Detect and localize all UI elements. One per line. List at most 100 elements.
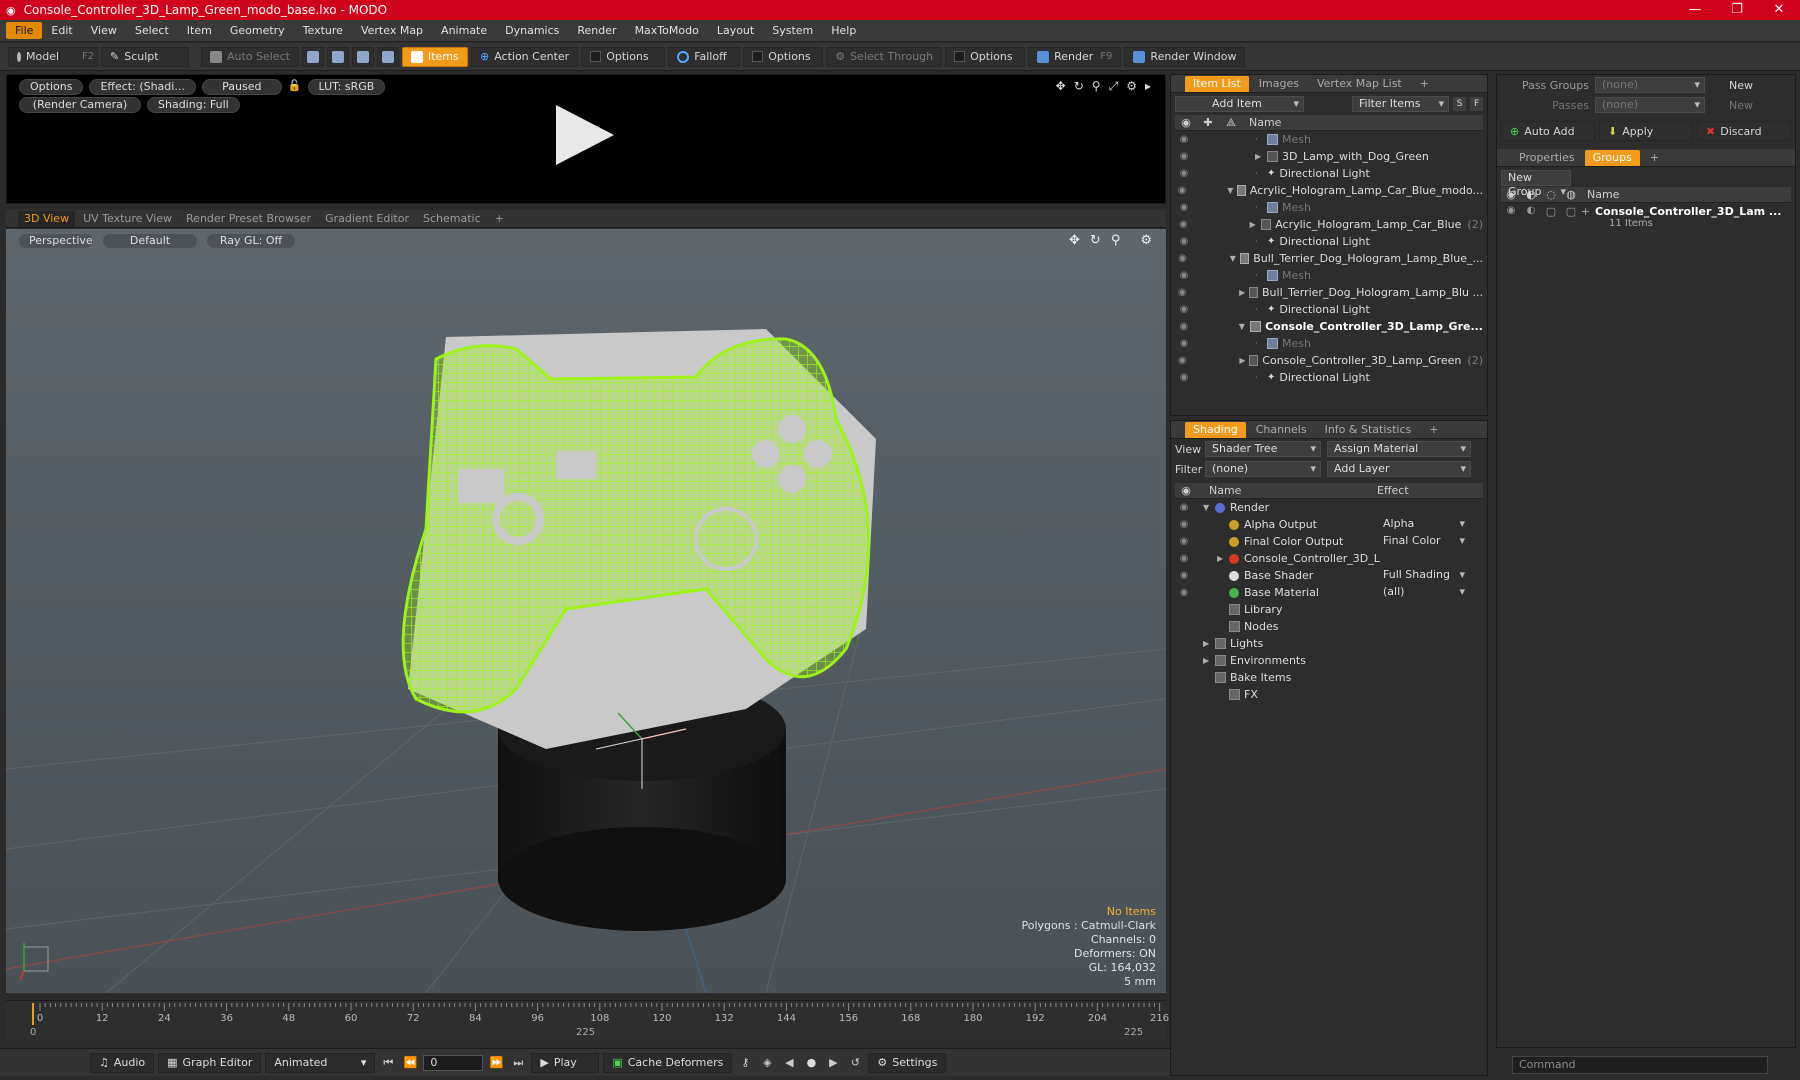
group-lock-icon[interactable]: ▢	[1541, 205, 1561, 235]
visibility-eye-icon[interactable]: ◉	[1175, 321, 1192, 332]
falloff-button[interactable]: Falloff	[668, 46, 741, 67]
visibility-eye-icon[interactable]: ◉	[1175, 287, 1189, 298]
tab-properties[interactable]: Properties	[1511, 150, 1583, 166]
preview-effect-dropdown[interactable]: Effect: (Shadi...	[89, 79, 196, 95]
gear-icon[interactable]: ⚙	[1126, 79, 1137, 94]
perspective-dropdown[interactable]: Perspective	[18, 233, 94, 249]
add-panel-tab-icon[interactable]: +	[1412, 76, 1437, 92]
effect-dropdown[interactable]: (all)	[1377, 585, 1469, 601]
discard-button[interactable]: ✖ Discard	[1697, 121, 1791, 141]
go-end-icon[interactable]: ⏭	[509, 1054, 527, 1072]
lock-icon[interactable]: 🔓	[288, 79, 302, 95]
add-groups-tab-icon[interactable]: +	[1642, 150, 1667, 166]
add-layer-dropdown[interactable]: Add Layer	[1327, 461, 1471, 477]
animated-dropdown[interactable]: Animated ▾	[265, 1052, 376, 1073]
menu-system[interactable]: System	[763, 22, 822, 39]
view-dropdown[interactable]: Shader Tree	[1205, 441, 1321, 457]
auto-add-button[interactable]: ⊕ Auto Add	[1501, 121, 1595, 141]
shader-row[interactable]: ◉ Alpha Output Alpha	[1175, 516, 1483, 533]
graph-editor-button[interactable]: ▦ Graph Editor	[158, 1052, 262, 1073]
expand-icon[interactable]: ▶	[1217, 554, 1229, 563]
tab-groups[interactable]: Groups	[1584, 149, 1640, 166]
timeline[interactable]: 0 12 24 36 48 60 72 84 96 108 120 132 144 156 168 180 19…	[6, 1000, 1169, 1040]
item-row[interactable]: ◉ · Mesh	[1175, 267, 1483, 284]
apply-button[interactable]: ⬇ Apply	[1599, 121, 1693, 141]
playhead[interactable]	[32, 1003, 34, 1025]
visibility-eye-icon[interactable]: ◉	[1175, 185, 1189, 196]
new-pass-group-button[interactable]: New	[1711, 79, 1771, 92]
preview-lut-dropdown[interactable]: LUT: sRGB	[307, 79, 386, 95]
effect-dropdown[interactable]: Full Shading	[1377, 568, 1469, 584]
menu-select[interactable]: Select	[126, 22, 178, 39]
shader-visibility-icon[interactable]: ◉	[1175, 519, 1193, 530]
item-row[interactable]: ◉ · ✦ Directional Light	[1175, 233, 1483, 250]
filter-items-input[interactable]: Filter Items	[1351, 96, 1450, 112]
expand-icon[interactable]: ▶	[1203, 656, 1215, 665]
visibility-eye-icon[interactable]: ◉	[1175, 270, 1193, 281]
prev-key-icon[interactable]: ◀	[780, 1054, 798, 1072]
filter-dropdown[interactable]: (none)	[1205, 461, 1321, 477]
item-row[interactable]: ◉ · ✦ Directional Light	[1175, 165, 1483, 182]
viewport-zoom-icon[interactable]: ⚲	[1111, 233, 1121, 248]
assign-material-button[interactable]: Assign Material	[1327, 441, 1471, 457]
action-center-options[interactable]: Options	[581, 46, 666, 67]
action-center-button[interactable]: ⊕ Action Center	[470, 46, 579, 67]
tab-3d-view[interactable]: 3D View	[18, 210, 76, 227]
pass-groups-dropdown[interactable]: (none)	[1595, 77, 1705, 93]
go-start-icon[interactable]: ⏮	[379, 1054, 397, 1072]
collapse-icon[interactable]: ▼	[1227, 186, 1237, 195]
step-back-icon[interactable]: ⏪	[401, 1054, 419, 1072]
menu-vertex-map[interactable]: Vertex Map	[352, 22, 432, 39]
visibility-eye-icon[interactable]: ◉	[1175, 355, 1189, 366]
tab-render-preset-browser[interactable]: Render Preset Browser	[180, 211, 317, 227]
render-button[interactable]: Render F9	[1028, 46, 1122, 67]
visibility-eye-icon[interactable]: ◉	[1175, 202, 1193, 213]
preview-paused-button[interactable]: Paused	[201, 79, 282, 95]
rotate-icon[interactable]: ↻	[1074, 79, 1084, 94]
group-render-icon[interactable]: ◐	[1521, 205, 1541, 235]
collapse-icon[interactable]: ▼	[1239, 322, 1251, 331]
visibility-eye-icon[interactable]: ◉	[1175, 219, 1192, 230]
shader-row[interactable]: ◉ Final Color Output Final Color	[1175, 533, 1483, 550]
collapse-icon[interactable]: ▼	[1230, 254, 1240, 263]
visibility-eye-icon[interactable]: ◉	[1175, 134, 1193, 145]
record-icon[interactable]: ●	[802, 1054, 820, 1072]
item-row[interactable]: ◉ ▶ Console_Controller_3D_Lamp_Green (2)	[1175, 352, 1483, 369]
group-select-icon[interactable]: ▢	[1561, 205, 1581, 235]
menu-geometry[interactable]: Geometry	[221, 22, 294, 39]
shader-row[interactable]: Bake Items	[1175, 669, 1483, 686]
viewport-pan-icon[interactable]: ✥	[1069, 233, 1080, 248]
menu-file[interactable]: File	[6, 22, 43, 39]
preview-shading-dropdown[interactable]: Shading: Full	[147, 97, 240, 113]
menu-item[interactable]: Item	[178, 22, 221, 39]
frame-input[interactable]: 0	[423, 1054, 484, 1071]
sculpt-button[interactable]: ✎ Sculpt	[101, 46, 189, 67]
visibility-eye-icon[interactable]: ◉	[1175, 151, 1193, 162]
cache-deformers-button[interactable]: ▣ Cache Deformers	[603, 1052, 733, 1073]
select-through-options[interactable]: Options	[945, 46, 1026, 67]
item-row[interactable]: ◉ · ✦ Directional Light	[1175, 369, 1483, 386]
item-row[interactable]: ◉ ▶ Acrylic_Hologram_Lamp_Car_Blue (2)	[1175, 216, 1483, 233]
filter-s-button[interactable]: S	[1453, 97, 1467, 111]
preview-options-button[interactable]: Options	[19, 79, 84, 95]
item-row[interactable]: ◉ ▶ Bull_Terrier_Dog_Hologram_Lamp_Blu ...	[1175, 284, 1483, 301]
tab-uv-texture-view[interactable]: UV Texture View	[77, 211, 178, 227]
menu-view[interactable]: View	[82, 22, 126, 39]
shader-row[interactable]: Nodes	[1175, 618, 1483, 635]
menu-help[interactable]: Help	[822, 22, 865, 39]
tab-shading[interactable]: Shading	[1185, 421, 1246, 438]
shader-row[interactable]: Library	[1175, 601, 1483, 618]
preview-camera-dropdown[interactable]: (Render Camera)	[19, 97, 141, 113]
minimize-button[interactable]: —	[1674, 0, 1716, 20]
expand-icon[interactable]: ▶	[1239, 288, 1249, 297]
item-row[interactable]: ◉ · Mesh	[1175, 131, 1483, 148]
shader-row[interactable]: ◉ ▶ Console_Controller_3D_La ...	[1175, 550, 1483, 567]
maximize-button[interactable]: ❐	[1716, 0, 1758, 20]
auto-select-button[interactable]: Auto Select	[201, 46, 299, 67]
render-window-button[interactable]: Render Window	[1124, 46, 1246, 67]
tab-gradient-editor[interactable]: Gradient Editor	[319, 211, 415, 227]
menu-dynamics[interactable]: Dynamics	[496, 22, 568, 39]
viewport-gear-icon[interactable]: ⚙	[1140, 233, 1152, 248]
shader-row[interactable]: ◉ ▼ Render	[1175, 499, 1483, 516]
item-row[interactable]: ◉ · Mesh	[1175, 335, 1483, 352]
